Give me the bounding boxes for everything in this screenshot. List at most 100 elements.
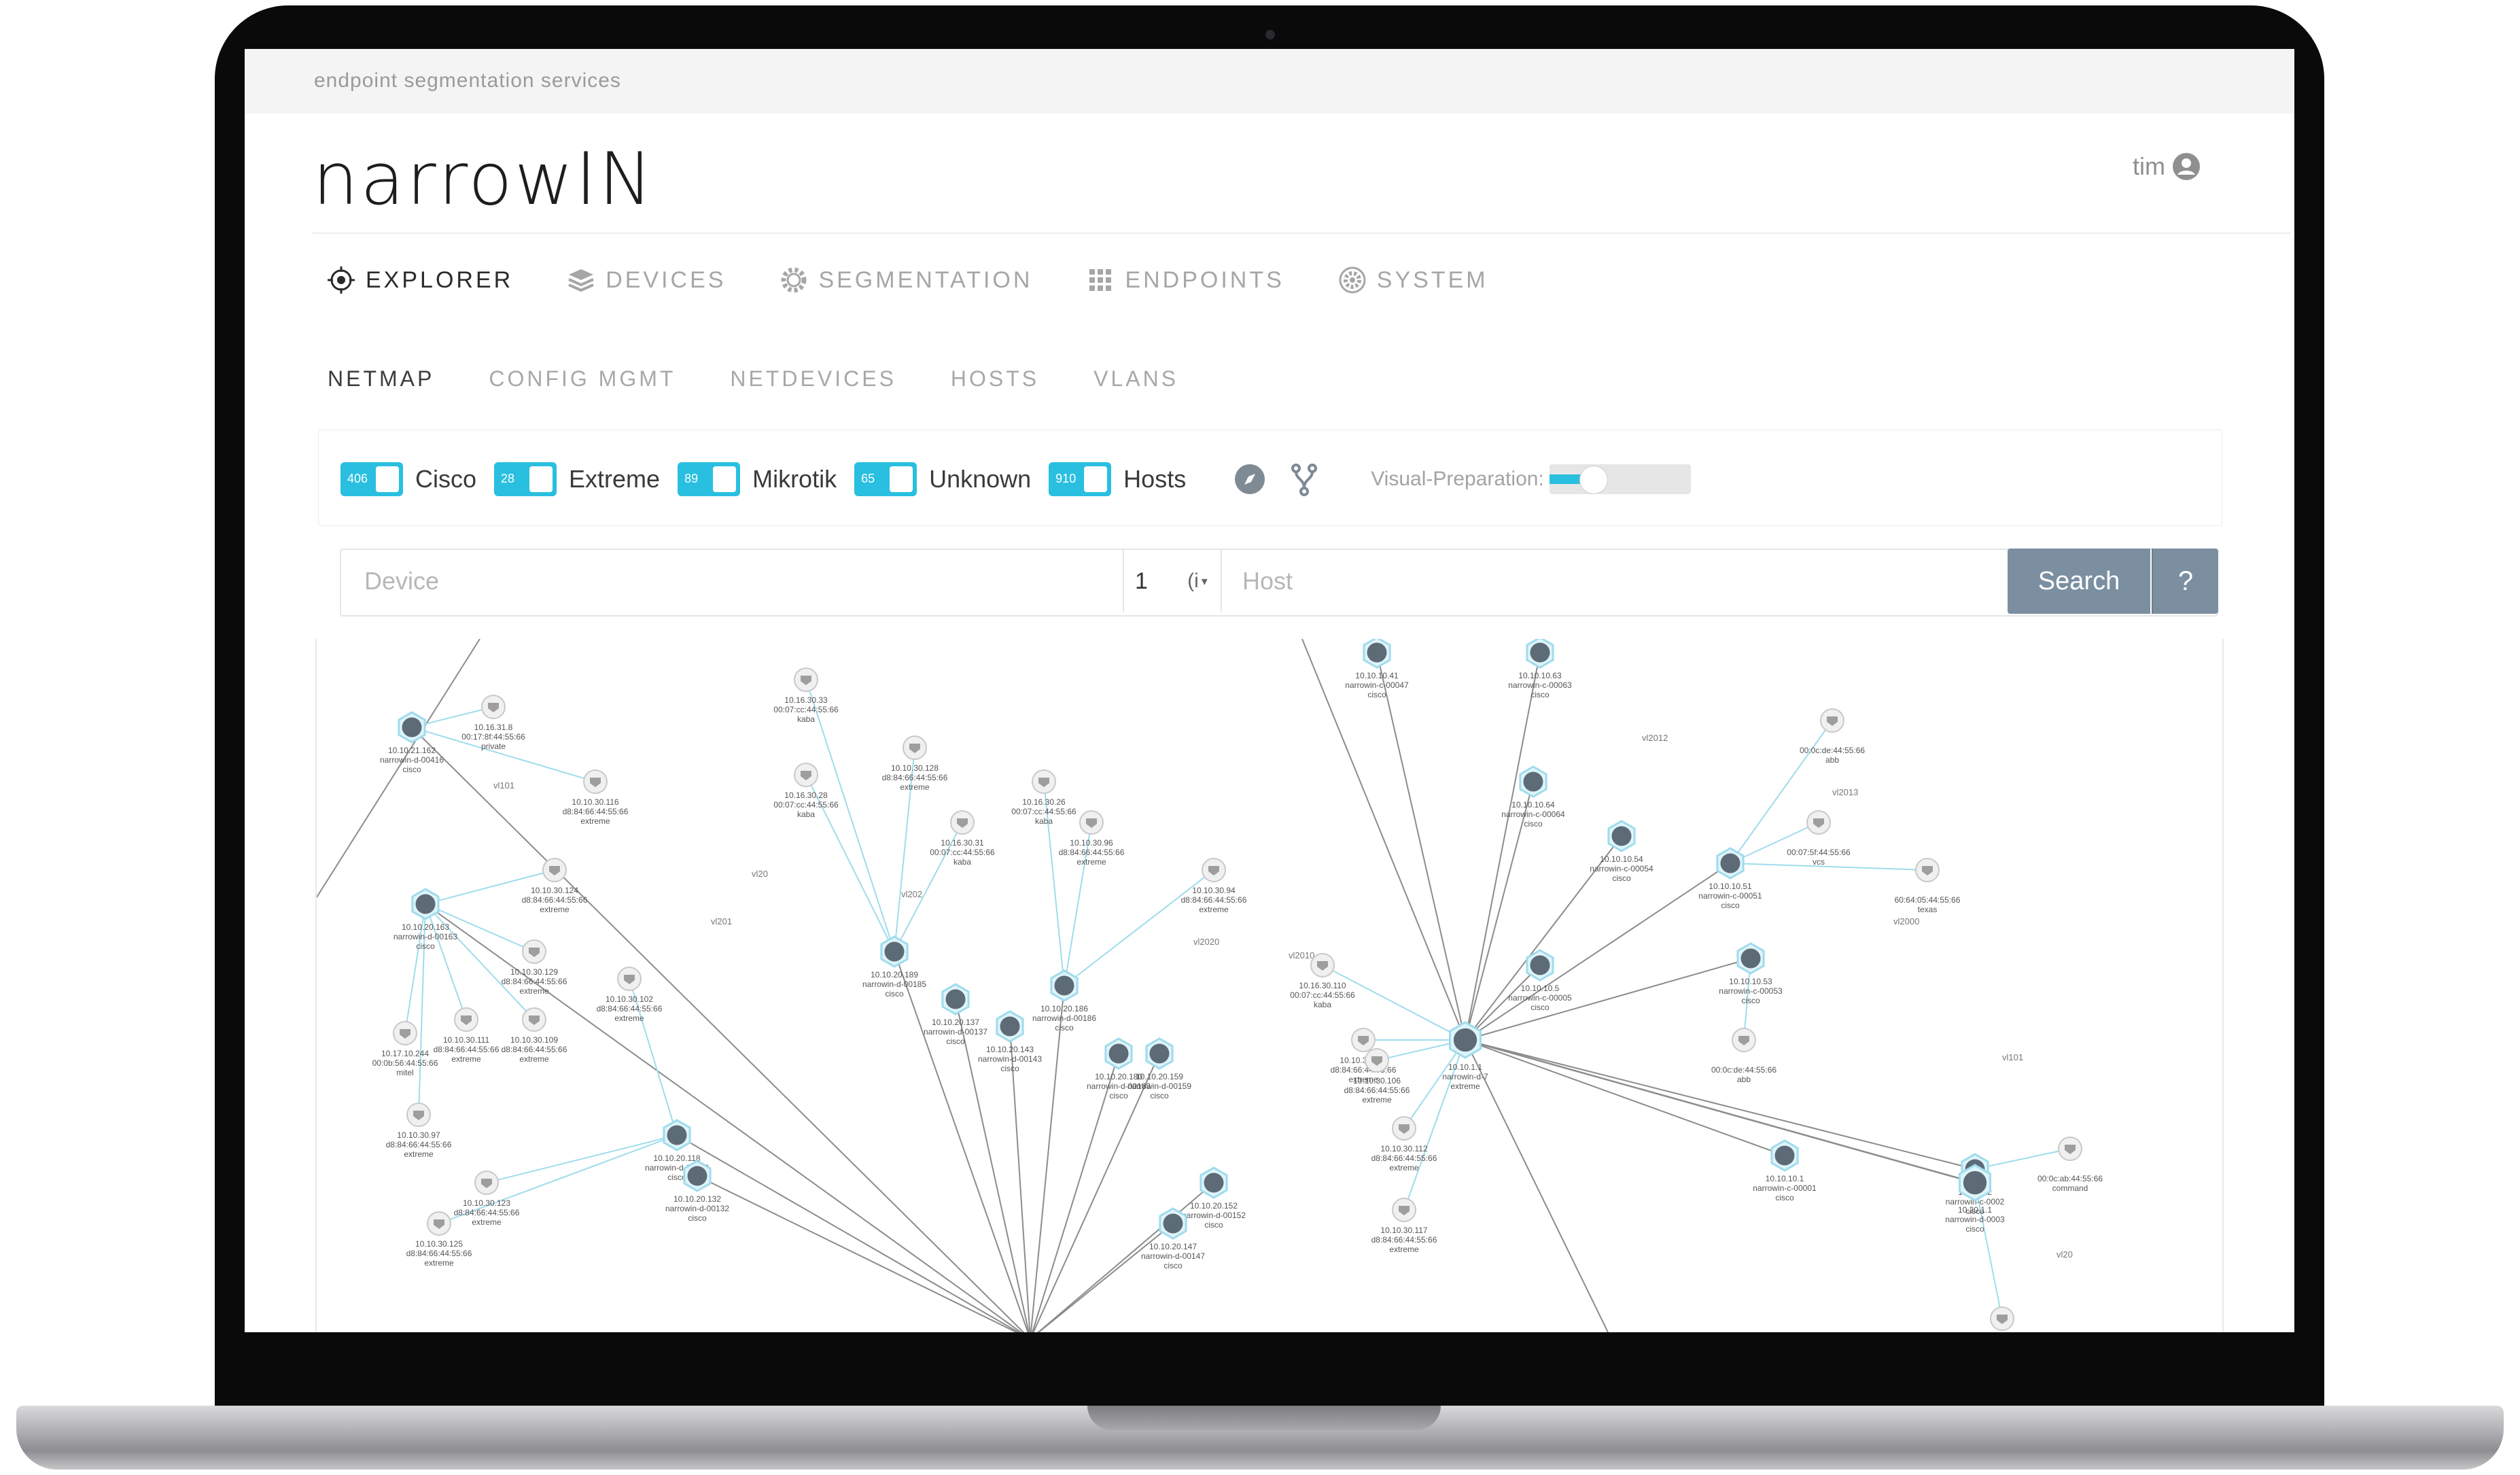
host-node[interactable] (522, 939, 546, 964)
network-device-node[interactable] (411, 888, 440, 920)
host-node[interactable] (1365, 1048, 1389, 1073)
node-label: 10.10.30.109 (510, 1035, 558, 1045)
host-node[interactable] (794, 667, 818, 692)
host-node[interactable] (1732, 1028, 1756, 1052)
network-device-node[interactable] (663, 1119, 691, 1151)
tab-config-mgmt[interactable]: CONFIG MGMT (489, 366, 676, 392)
host-node[interactable] (1990, 1306, 2014, 1331)
toggle-hosts[interactable]: 910 Hosts (1049, 462, 1186, 496)
host-node[interactable] (1392, 1116, 1416, 1141)
user-menu[interactable]: tim (2133, 152, 2201, 181)
network-map[interactable]: vl101 vl20 vl201 vl202 vl2020 vl2010 vl2012 vl2… (315, 639, 2224, 1332)
nav-segmentation[interactable]: SEGMENTATION (779, 265, 1032, 295)
network-device-node[interactable] (398, 711, 426, 744)
host-node[interactable] (481, 695, 506, 719)
network-map-canvas[interactable]: vl101 vl20 vl201 vl202 vl2020 vl2010 vl2012 vl2… (317, 639, 2222, 1332)
host-node[interactable] (583, 769, 608, 794)
hops-selector[interactable]: (i ▾ (1176, 550, 1219, 612)
host-node[interactable] (474, 1170, 499, 1195)
vlan-edge (425, 903, 535, 1020)
node-label: 10.10.20.137 (932, 1018, 979, 1027)
toggle-extreme[interactable]: 28 Extreme (494, 462, 660, 496)
host-node[interactable] (1079, 810, 1104, 835)
host-node[interactable] (1820, 708, 1844, 733)
host-node[interactable] (1806, 810, 1831, 835)
switch-icon (1740, 948, 1761, 969)
network-device-node[interactable] (1159, 1207, 1187, 1240)
node-label: 10.10.10.51 (1709, 882, 1752, 891)
node-label: extreme (1389, 1245, 1419, 1254)
network-device-node[interactable] (1145, 1037, 1174, 1070)
node-label: 10.10.20.159 (1136, 1072, 1183, 1081)
network-device-node[interactable] (1050, 969, 1079, 1002)
network-device-node[interactable] (1363, 639, 1391, 669)
toggle-switch[interactable]: 89 (678, 462, 741, 496)
toggle-mikrotik[interactable]: 89 Mikrotik (678, 462, 837, 496)
visual-preparation-slider[interactable] (1549, 464, 1691, 494)
node-label: extreme (900, 782, 930, 792)
host-node[interactable] (1032, 769, 1056, 794)
search-button[interactable]: Search (2008, 549, 2150, 614)
node-label: d8:84:66:44:55:66 (386, 1140, 452, 1149)
host-node[interactable] (406, 1103, 431, 1127)
host-node[interactable] (903, 735, 927, 760)
toggle-switch[interactable]: 406 (340, 462, 403, 496)
host-node[interactable] (617, 967, 642, 991)
help-button[interactable]: ? (2152, 549, 2218, 614)
tab-netdevices[interactable]: NETDEVICES (730, 366, 896, 392)
uplink-edge (1032, 1053, 1160, 1332)
network-device-node[interactable] (1519, 765, 1547, 798)
slider-thumb[interactable] (1579, 466, 1608, 494)
host-node[interactable] (794, 763, 818, 787)
vlan-edge (425, 903, 467, 1020)
network-device-node[interactable] (683, 1160, 712, 1192)
toggle-switch[interactable]: 910 (1049, 462, 1112, 496)
core-switch-node[interactable] (1959, 1164, 1991, 1202)
nav-endpoints[interactable]: ENDPOINTS (1085, 265, 1284, 295)
network-device-node[interactable] (1607, 820, 1636, 852)
network-device-node[interactable] (1716, 847, 1745, 880)
host-node[interactable] (1351, 1028, 1376, 1052)
node-label: 10.10.20.118 (653, 1153, 701, 1163)
host-node[interactable] (950, 810, 975, 835)
toggle-switch[interactable]: 65 (854, 462, 917, 496)
network-device-node[interactable] (1770, 1139, 1799, 1172)
network-device-node[interactable] (1526, 639, 1554, 669)
toggle-cisco[interactable]: 406 Cisco (340, 462, 476, 496)
node-label: abb (1737, 1075, 1751, 1084)
nav-system[interactable]: SYSTEM (1337, 265, 1488, 295)
toggle-unknown[interactable]: 65 Unknown (854, 462, 1031, 496)
switch-icon (1611, 826, 1632, 846)
brand-logo[interactable]: narrowIN (313, 137, 654, 221)
compass-icon[interactable] (1231, 460, 1269, 498)
tab-vlans[interactable]: VLANS (1093, 366, 1178, 392)
fork-icon[interactable] (1285, 460, 1323, 498)
tab-netmap[interactable]: NETMAP (328, 366, 434, 392)
nav-devices[interactable]: DEVICES (566, 265, 726, 295)
host-node[interactable] (542, 858, 567, 882)
core-switch-node[interactable] (1449, 1021, 1482, 1059)
host-node[interactable] (1310, 953, 1335, 977)
network-device-node[interactable] (1104, 1037, 1133, 1070)
device-input[interactable] (341, 550, 1123, 612)
network-device-node[interactable] (1526, 949, 1554, 982)
host-node[interactable] (1202, 858, 1226, 882)
vlan-label: vl2013 (1832, 787, 1858, 797)
nav-explorer[interactable]: EXPLORER (326, 265, 513, 295)
network-device-node[interactable] (996, 1010, 1024, 1043)
toggle-switch[interactable]: 28 (494, 462, 557, 496)
tab-hosts[interactable]: HOSTS (951, 366, 1039, 392)
hops-input[interactable]: 1 (1123, 550, 1172, 612)
host-node[interactable] (2058, 1136, 2082, 1161)
host-node[interactable] (454, 1007, 478, 1032)
network-device-node[interactable] (880, 935, 909, 968)
host-input[interactable] (1222, 550, 2035, 612)
network-device-node[interactable] (1200, 1166, 1228, 1199)
network-device-node[interactable] (1736, 942, 1765, 975)
host-node[interactable] (1392, 1198, 1416, 1222)
host-node[interactable] (522, 1007, 546, 1032)
host-node[interactable] (393, 1021, 417, 1045)
network-device-node[interactable] (941, 983, 970, 1016)
host-node[interactable] (427, 1211, 451, 1236)
host-node[interactable] (1915, 858, 1940, 882)
